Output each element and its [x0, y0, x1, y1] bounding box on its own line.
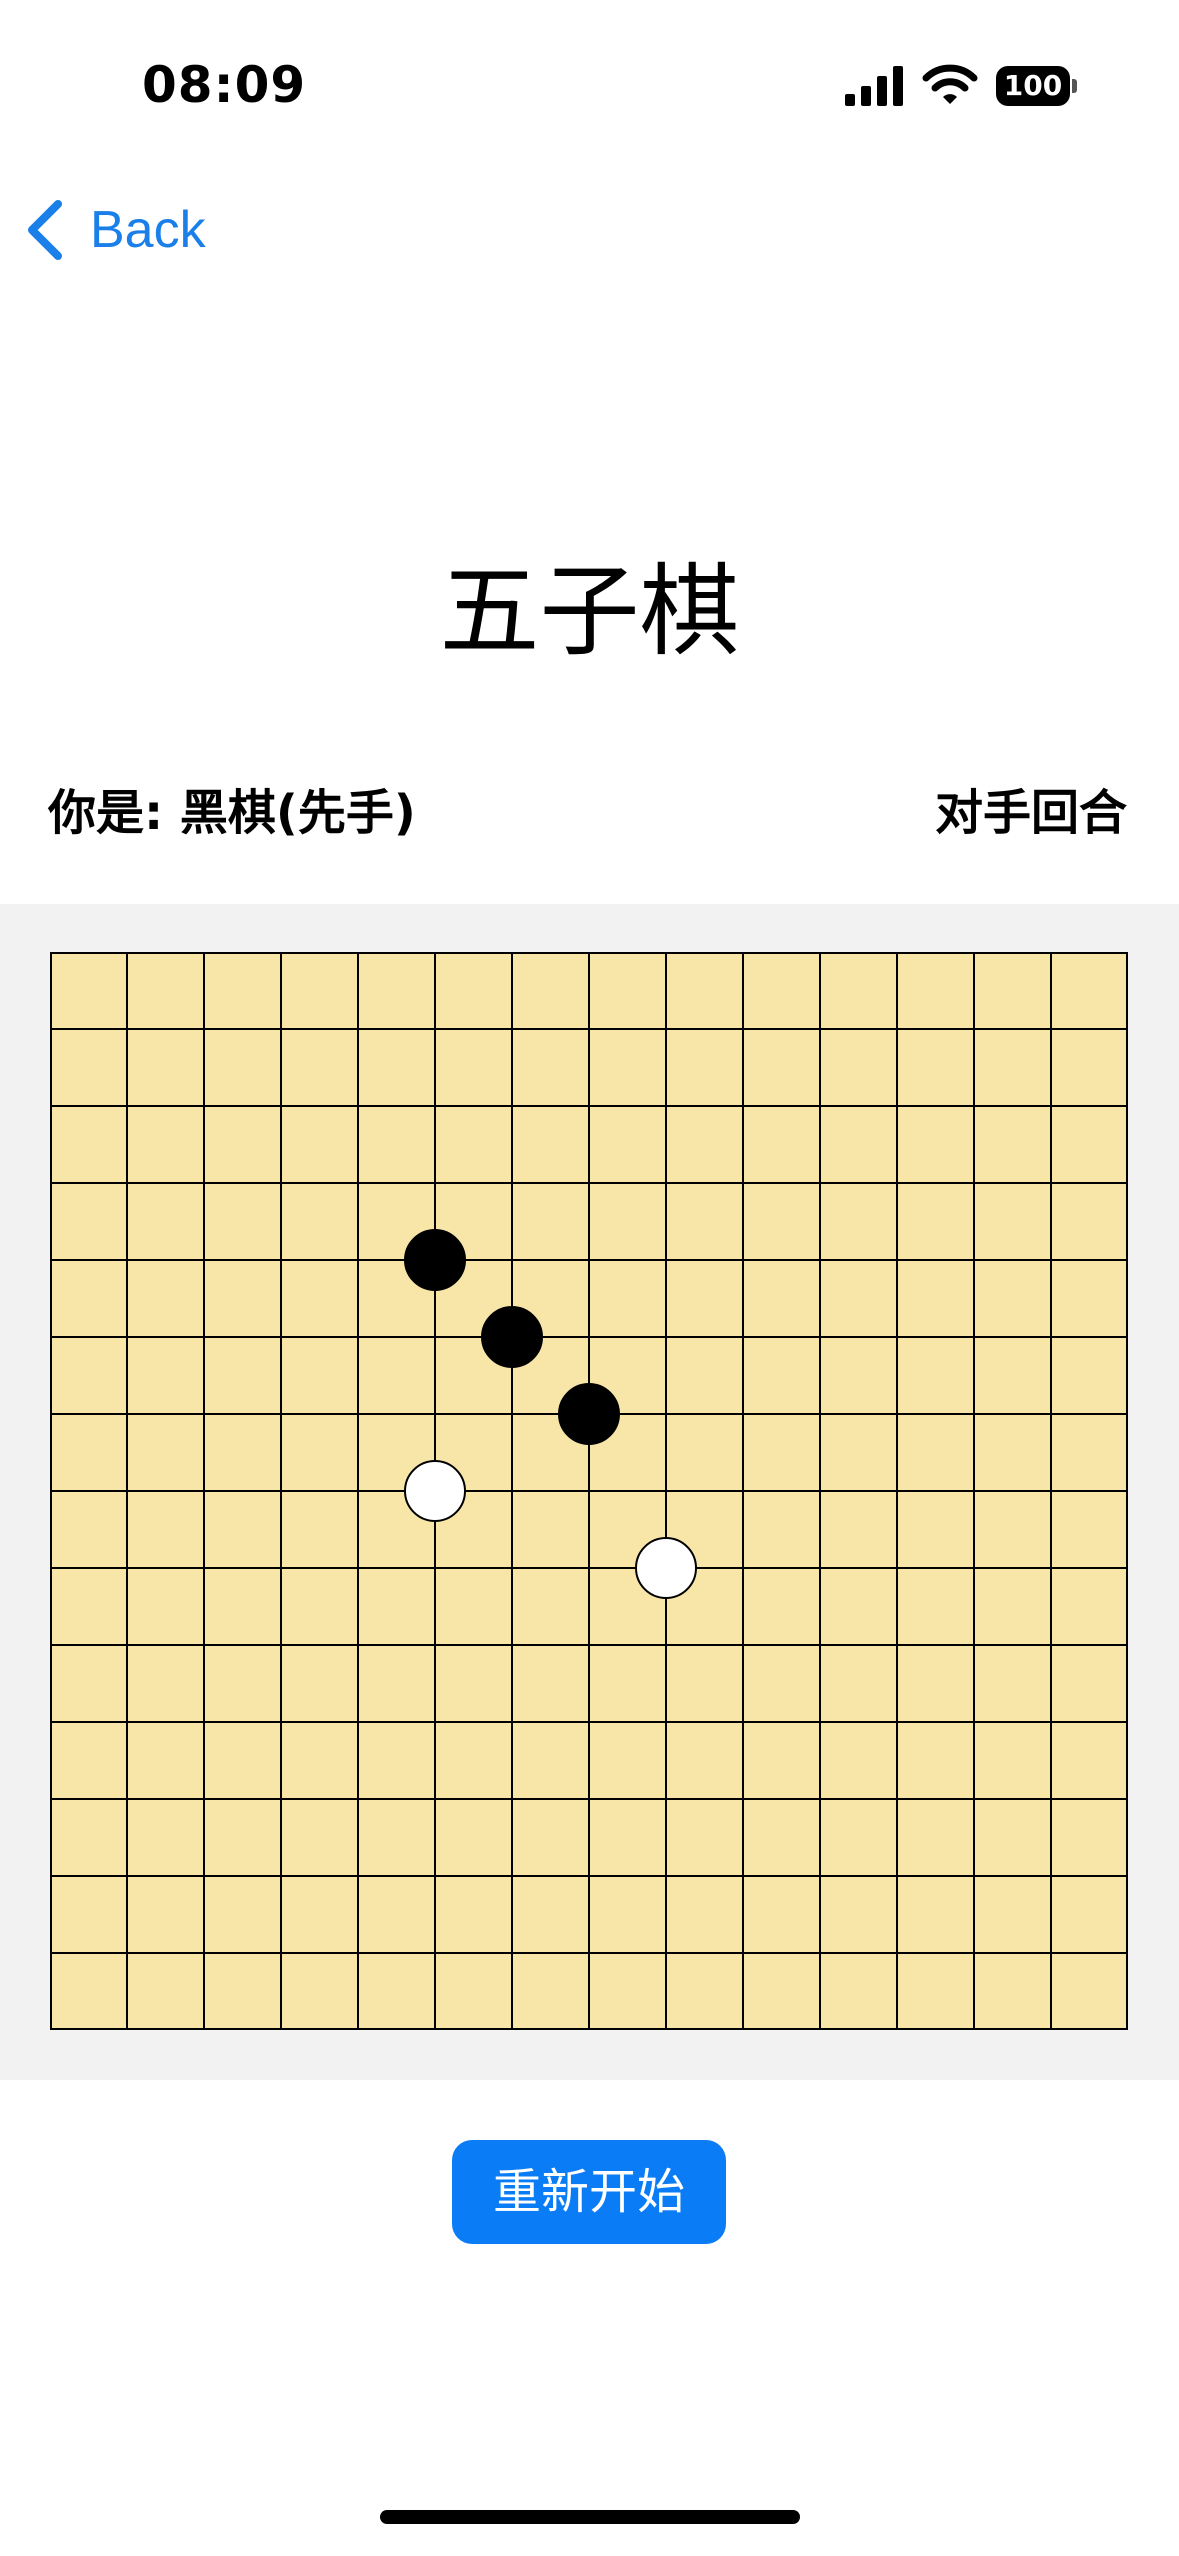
black-stone — [481, 1306, 543, 1368]
game-board[interactable] — [50, 952, 1128, 2030]
chevron-left-icon — [28, 200, 62, 260]
signal-icon — [845, 66, 903, 106]
black-stone — [404, 1229, 466, 1291]
player-info: 你是: 黑棋(先手) — [48, 785, 416, 841]
back-label: Back — [90, 201, 206, 259]
turn-status: 对手回合 — [934, 785, 1127, 841]
battery-level: 100 — [996, 66, 1070, 106]
restart-button[interactable]: 重新开始 — [452, 2140, 726, 2244]
status-time: 08:09 — [142, 56, 307, 114]
wifi-icon — [922, 64, 978, 104]
home-indicator[interactable] — [380, 2510, 800, 2524]
game-screen: 08:09 100 Back 五子棋 你是: 黑棋(先手) 对手回合 重新开始 — [0, 0, 1179, 2556]
back-button[interactable]: Back — [22, 192, 206, 268]
black-stone — [558, 1383, 620, 1445]
page-title: 五子棋 — [439, 553, 740, 670]
board-grid[interactable] — [50, 952, 1128, 2030]
battery-icon: 100 — [996, 66, 1077, 106]
status-bar: 08:09 100 — [0, 0, 1179, 160]
white-stone — [635, 1537, 697, 1599]
battery-tip — [1072, 79, 1077, 93]
white-stone — [404, 1460, 466, 1522]
